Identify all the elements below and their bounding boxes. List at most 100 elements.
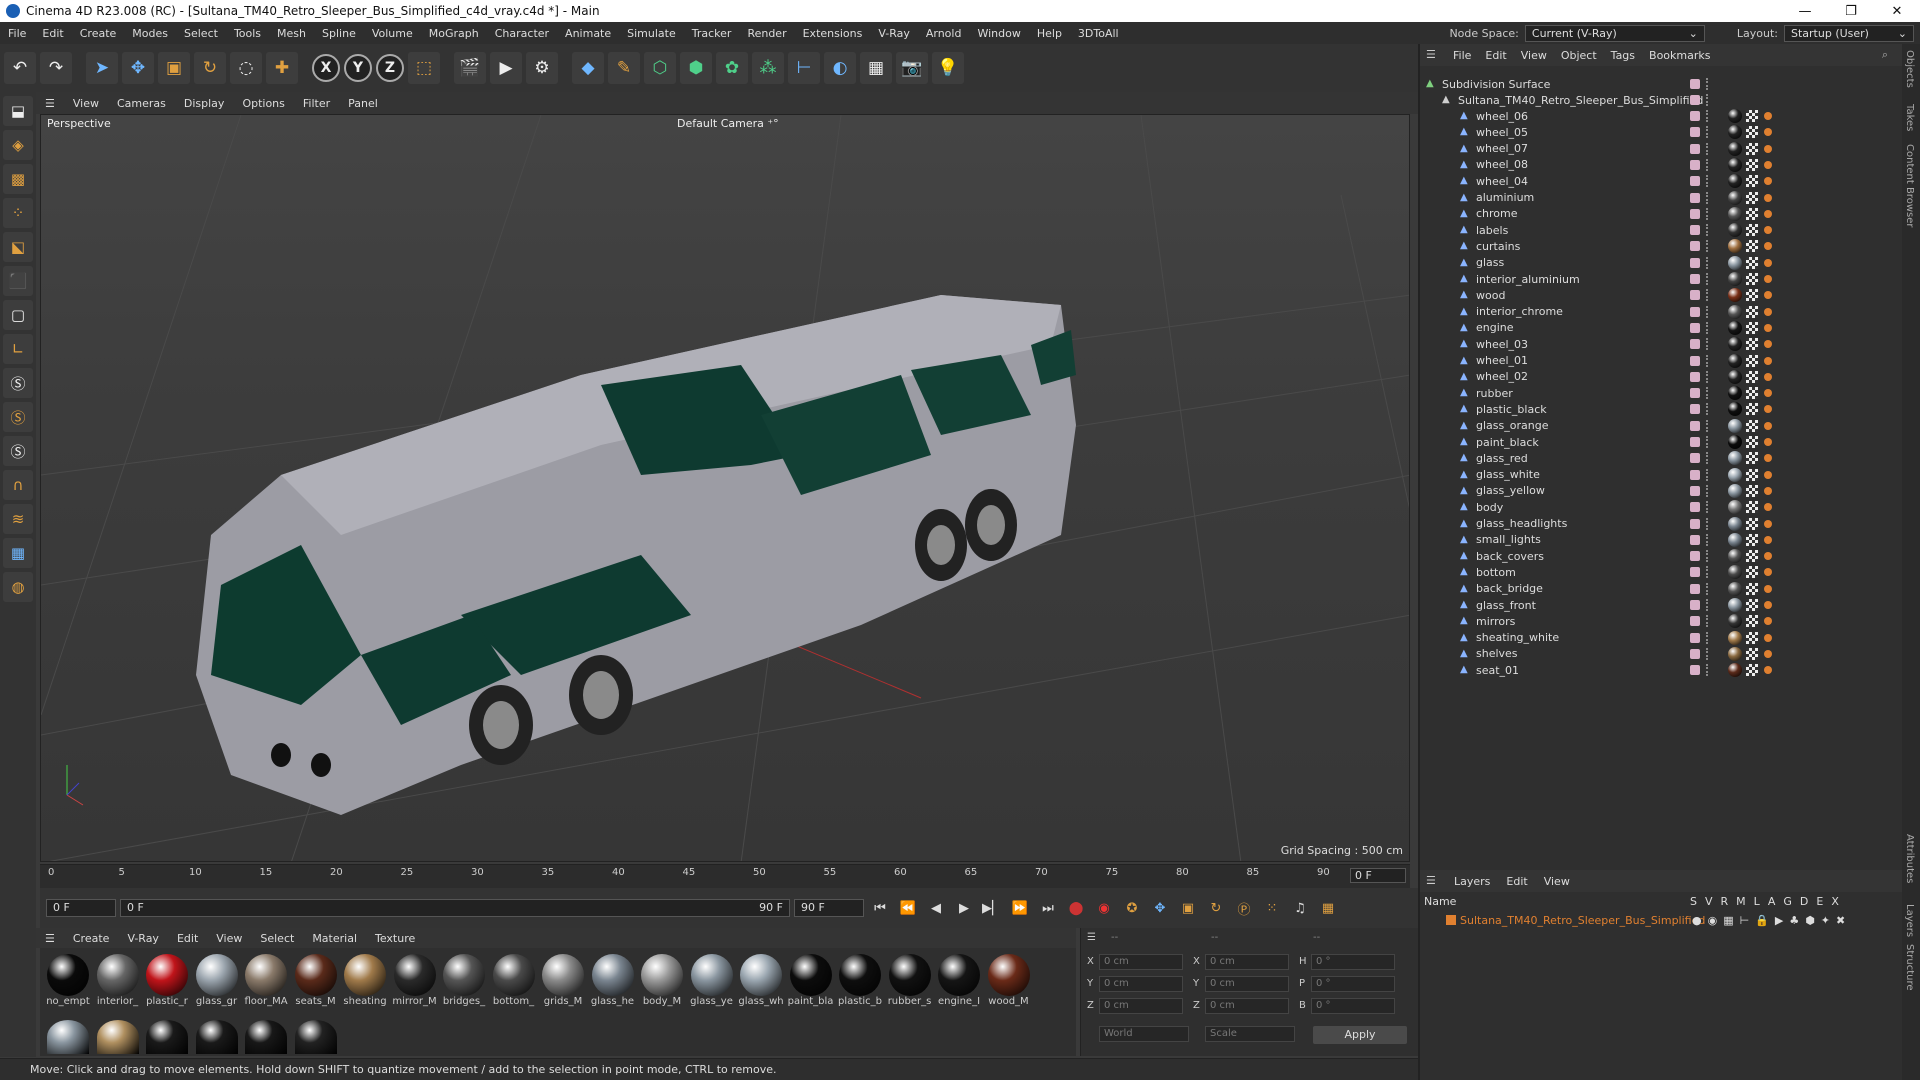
hamburger-icon[interactable]: ☰	[1426, 48, 1436, 61]
object-menu-file[interactable]: File	[1446, 49, 1478, 62]
phong-tag-icon[interactable]	[1764, 291, 1772, 300]
material-menu-texture[interactable]: Texture	[366, 932, 424, 945]
layer-color-box[interactable]	[1690, 274, 1700, 284]
layer-color-box[interactable]	[1690, 485, 1700, 496]
layer-color-box[interactable]	[1690, 600, 1700, 610]
light-icon[interactable]: 💡	[932, 52, 964, 84]
render-settings-icon[interactable]: ⚙	[526, 52, 558, 84]
visibility-dots[interactable]	[1706, 158, 1710, 171]
render-picture-viewer-icon[interactable]: ▶	[490, 52, 522, 84]
material-tag-icon[interactable]	[1728, 337, 1742, 352]
phong-tag-icon[interactable]	[1764, 438, 1772, 446]
material-swatch[interactable]: bridges_	[440, 954, 488, 1010]
menu-tools[interactable]: Tools	[226, 27, 269, 40]
viewport-menu-options[interactable]: Options	[233, 97, 293, 110]
layer-color-box[interactable]	[1690, 534, 1700, 545]
material-swatch[interactable]: glass_he	[589, 954, 637, 1010]
visibility-dots[interactable]	[1706, 240, 1710, 253]
cloner-icon[interactable]: ✿	[716, 52, 748, 84]
magnet-icon[interactable]: ∩	[3, 470, 33, 500]
uvw-tag-icon[interactable]	[1746, 354, 1758, 367]
phong-tag-icon[interactable]	[1764, 128, 1772, 137]
material-tag-icon[interactable]	[1728, 109, 1742, 123]
material-tag-icon[interactable]	[1728, 646, 1742, 661]
go-to-end-icon[interactable]: ⏭	[1036, 896, 1060, 920]
select-tool-icon[interactable]: ➤	[86, 52, 118, 84]
layer-color-box[interactable]	[1690, 339, 1700, 350]
material-swatch[interactable]: rubber_s	[886, 954, 934, 1010]
previous-key-icon[interactable]: ⏪	[896, 896, 920, 920]
coord-value-field[interactable]: 0 °	[1311, 976, 1395, 992]
node-space-select[interactable]: Current (V-Ray) ⌄	[1524, 24, 1705, 42]
layer-menu-layers[interactable]: Layers	[1446, 875, 1498, 888]
layer-color-box[interactable]	[1690, 192, 1700, 203]
layer-flag-d[interactable]: D	[1800, 895, 1808, 908]
material-menu-view[interactable]: View	[207, 932, 251, 945]
snap-icon[interactable]: Ⓢ	[3, 368, 33, 398]
uvw-tag-icon[interactable]	[1746, 517, 1758, 530]
uvw-tag-icon[interactable]	[1746, 647, 1758, 660]
material-tag-icon[interactable]	[1728, 369, 1742, 384]
uvw-tag-icon[interactable]	[1746, 615, 1758, 628]
layer-color-box[interactable]	[1690, 437, 1700, 447]
menu-select[interactable]: Select	[176, 27, 226, 40]
material-swatch[interactable]: glass_gr	[193, 954, 241, 1010]
visibility-dots[interactable]	[1706, 484, 1710, 497]
visibility-dots[interactable]	[1706, 338, 1710, 351]
undo-icon[interactable]: ↶	[4, 52, 36, 84]
x-axis-lock-icon[interactable]: X	[312, 54, 340, 82]
layer-color-box[interactable]	[1690, 567, 1700, 578]
layer-flag-l[interactable]: L	[1754, 895, 1760, 908]
material-swatch[interactable]: body_M	[638, 954, 686, 1010]
viewport-menu-panel[interactable]: Panel	[339, 97, 387, 110]
layer-color-box[interactable]	[1690, 79, 1700, 89]
phong-tag-icon[interactable]	[1764, 160, 1772, 169]
layer-color-box[interactable]	[1690, 225, 1700, 236]
layer-flag-x[interactable]: X	[1831, 895, 1839, 908]
layer-color-box[interactable]	[1690, 502, 1700, 513]
uvw-tag-icon[interactable]	[1746, 289, 1758, 302]
material-tag-icon[interactable]	[1728, 402, 1742, 417]
visibility-dots[interactable]	[1706, 533, 1710, 546]
material-tag-icon[interactable]	[1728, 418, 1742, 433]
phong-tag-icon[interactable]	[1764, 112, 1772, 120]
material-menu-vray[interactable]: V-Ray	[118, 932, 168, 945]
key-position-icon[interactable]: ✥	[1148, 896, 1172, 920]
current-frame-field[interactable]: 0 F	[1350, 868, 1406, 883]
material-tag-icon[interactable]	[1728, 320, 1742, 335]
visibility-dots[interactable]	[1706, 647, 1710, 660]
visibility-dots[interactable]	[1706, 191, 1710, 204]
menu-modes[interactable]: Modes	[124, 27, 176, 40]
menu-spline[interactable]: Spline	[314, 27, 364, 40]
material-swatch[interactable]: wood_M	[985, 954, 1033, 1010]
visibility-dots[interactable]	[1706, 566, 1710, 579]
layer-color-box[interactable]	[1690, 290, 1700, 301]
material-tag-icon[interactable]	[1728, 223, 1742, 238]
uvw-tag-icon[interactable]	[1746, 110, 1758, 122]
uvw-tag-icon[interactable]	[1746, 224, 1758, 237]
uvw-tag-icon[interactable]	[1746, 191, 1758, 204]
visibility-dots[interactable]	[1706, 419, 1710, 432]
layer-flag-r[interactable]: R	[1721, 895, 1729, 908]
layer-flag-m[interactable]: M	[1736, 895, 1746, 908]
visibility-dots[interactable]	[1706, 370, 1710, 383]
side-tab-objects[interactable]: Objects	[1904, 50, 1915, 88]
layer-flag-a[interactable]: A	[1768, 895, 1776, 908]
side-tab-content-browser[interactable]: Content Browser	[1904, 144, 1915, 227]
hamburger-icon[interactable]: ☰	[1087, 932, 1096, 943]
material-swatch[interactable]: seats_M	[292, 954, 340, 1010]
material-swatch[interactable]: glass_wh	[737, 954, 785, 1010]
material-tag-icon[interactable]	[1728, 598, 1742, 612]
layer-color-box[interactable]	[1690, 665, 1700, 676]
material-tag-icon[interactable]	[1728, 483, 1742, 498]
phong-tag-icon[interactable]	[1764, 454, 1772, 463]
material-swatch[interactable]: interior_	[94, 954, 142, 1010]
apply-button[interactable]: Apply	[1313, 1026, 1407, 1044]
uv-mode-icon[interactable]: ▢	[3, 300, 33, 330]
timeline-window-icon[interactable]: ▦	[1316, 896, 1340, 920]
start-frame-field[interactable]: 0 F	[46, 899, 116, 917]
floor-icon[interactable]: ▦	[860, 52, 892, 84]
phong-tag-icon[interactable]	[1764, 389, 1772, 398]
uvw-tag-icon[interactable]	[1746, 664, 1758, 677]
material-tag-icon[interactable]	[1728, 272, 1742, 286]
